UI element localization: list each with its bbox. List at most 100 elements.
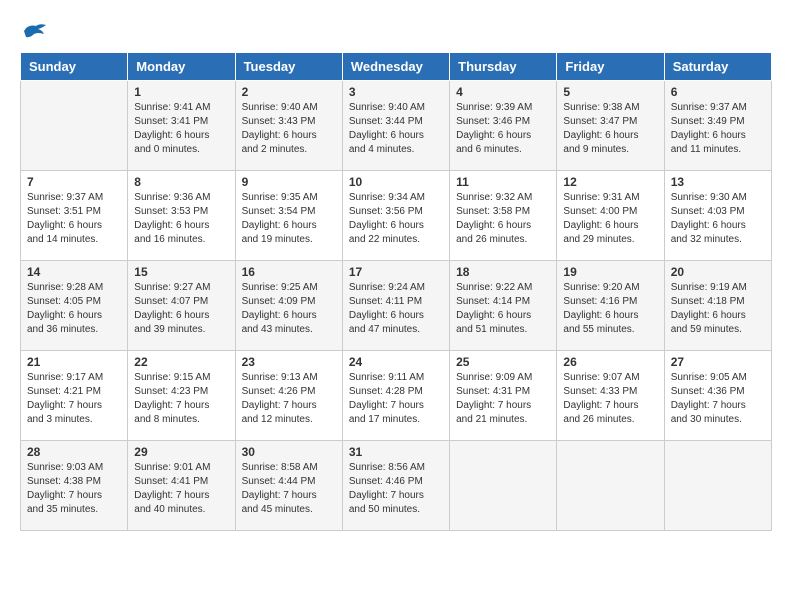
calendar-day-cell: 17 Sunrise: 9:24 AM Sunset: 4:11 PM Dayli… [342,261,449,351]
calendar-week-row: 1 Sunrise: 9:41 AM Sunset: 3:41 PM Daylig… [21,81,772,171]
weekday-header-cell: Thursday [450,53,557,81]
day-number: 7 [27,175,121,189]
day-number: 31 [349,445,443,459]
calendar-day-cell: 20 Sunrise: 9:19 AM Sunset: 4:18 PM Dayli… [664,261,771,351]
calendar-day-cell: 29Sunrise: 9:01 AM Sunset: 4:41 PM Dayli… [128,441,235,531]
day-info: Sunrise: 9:35 AM Sunset: 3:54 PM Dayligh… [242,191,336,247]
day-number: 29 [134,445,228,459]
day-number: 8 [134,175,228,189]
day-info: Sunrise: 9:31 AM Sunset: 4:00 PM Dayligh… [563,191,657,247]
day-number: 4 [456,85,550,99]
calendar-day-cell: 5Sunrise: 9:38 AM Sunset: 3:47 PM Daylig… [557,81,664,171]
day-number: 28 [27,445,121,459]
day-number: 6 [671,85,765,99]
calendar-day-cell: 24 Sunrise: 9:11 AM Sunset: 4:28 PM Dayli… [342,351,449,441]
day-info: Sunrise: 8:56 AM Sunset: 4:46 PM Dayligh… [349,461,443,517]
day-number: 9 [242,175,336,189]
calendar-day-cell: 19 Sunrise: 9:20 AM Sunset: 4:16 PM Dayli… [557,261,664,351]
day-number: 1 [134,85,228,99]
day-number: 2 [242,85,336,99]
day-number: 30 [242,445,336,459]
calendar-day-cell: 26 Sunrise: 9:07 AM Sunset: 4:33 PM Dayli… [557,351,664,441]
day-info: Sunrise: 9:11 AM Sunset: 4:28 PM Dayligh… [349,371,443,427]
logo [20,20,52,42]
calendar-day-cell [450,441,557,531]
logo-bird-icon [20,20,48,42]
calendar-day-cell: 1 Sunrise: 9:41 AM Sunset: 3:41 PM Daylig… [128,81,235,171]
day-number: 15 [134,265,228,279]
day-number: 17 [349,265,443,279]
day-info: Sunrise: 9:24 AM Sunset: 4:11 PM Dayligh… [349,281,443,337]
day-info: Sunrise: 9:28 AM Sunset: 4:05 PM Dayligh… [27,281,121,337]
day-number: 19 [563,265,657,279]
calendar-day-cell: 10 Sunrise: 9:34 AM Sunset: 3:56 PM Dayli… [342,171,449,261]
calendar-day-cell: 25 Sunrise: 9:09 AM Sunset: 4:31 PM Dayli… [450,351,557,441]
calendar-day-cell: 2 Sunrise: 9:40 AM Sunset: 3:43 PM Daylig… [235,81,342,171]
calendar-day-cell: 27 Sunrise: 9:05 AM Sunset: 4:36 PM Dayli… [664,351,771,441]
day-number: 21 [27,355,121,369]
calendar-day-cell: 28Sunrise: 9:03 AM Sunset: 4:38 PM Dayli… [21,441,128,531]
day-info: Sunrise: 9:09 AM Sunset: 4:31 PM Dayligh… [456,371,550,427]
day-info: Sunrise: 9:07 AM Sunset: 4:33 PM Dayligh… [563,371,657,427]
weekday-header-row: SundayMondayTuesdayWednesdayThursdayFrid… [21,53,772,81]
day-info: Sunrise: 8:58 AM Sunset: 4:44 PM Dayligh… [242,461,336,517]
day-info: Sunrise: 9:30 AM Sunset: 4:03 PM Dayligh… [671,191,765,247]
calendar-day-cell: 3Sunrise: 9:40 AM Sunset: 3:44 PM Daylig… [342,81,449,171]
day-info: Sunrise: 9:15 AM Sunset: 4:23 PM Dayligh… [134,371,228,427]
calendar-day-cell: 8 Sunrise: 9:36 AM Sunset: 3:53 PM Daylig… [128,171,235,261]
calendar-day-cell: 21 Sunrise: 9:17 AM Sunset: 4:21 PM Dayli… [21,351,128,441]
day-number: 27 [671,355,765,369]
weekday-header-cell: Monday [128,53,235,81]
weekday-header-cell: Tuesday [235,53,342,81]
calendar-day-cell: 4 Sunrise: 9:39 AM Sunset: 3:46 PM Daylig… [450,81,557,171]
day-number: 22 [134,355,228,369]
day-number: 12 [563,175,657,189]
calendar-day-cell: 13Sunrise: 9:30 AM Sunset: 4:03 PM Dayli… [664,171,771,261]
day-number: 20 [671,265,765,279]
weekday-header-cell: Wednesday [342,53,449,81]
day-info: Sunrise: 9:36 AM Sunset: 3:53 PM Dayligh… [134,191,228,247]
day-number: 5 [563,85,657,99]
calendar-day-cell: 7 Sunrise: 9:37 AM Sunset: 3:51 PM Daylig… [21,171,128,261]
day-info: Sunrise: 9:25 AM Sunset: 4:09 PM Dayligh… [242,281,336,337]
day-number: 24 [349,355,443,369]
calendar-day-cell: 9 Sunrise: 9:35 AM Sunset: 3:54 PM Daylig… [235,171,342,261]
day-info: Sunrise: 9:17 AM Sunset: 4:21 PM Dayligh… [27,371,121,427]
calendar-week-row: 28Sunrise: 9:03 AM Sunset: 4:38 PM Dayli… [21,441,772,531]
calendar-day-cell: 30 Sunrise: 8:58 AM Sunset: 4:44 PM Dayli… [235,441,342,531]
calendar-day-cell: 6 Sunrise: 9:37 AM Sunset: 3:49 PM Daylig… [664,81,771,171]
page-header [20,20,772,42]
calendar-day-cell: 31 Sunrise: 8:56 AM Sunset: 4:46 PM Dayli… [342,441,449,531]
day-info: Sunrise: 9:13 AM Sunset: 4:26 PM Dayligh… [242,371,336,427]
weekday-header-cell: Friday [557,53,664,81]
day-info: Sunrise: 9:37 AM Sunset: 3:49 PM Dayligh… [671,101,765,157]
calendar-day-cell: 12 Sunrise: 9:31 AM Sunset: 4:00 PM Dayli… [557,171,664,261]
calendar-table: SundayMondayTuesdayWednesdayThursdayFrid… [20,52,772,531]
calendar-day-cell: 22 Sunrise: 9:15 AM Sunset: 4:23 PM Dayli… [128,351,235,441]
day-info: Sunrise: 9:34 AM Sunset: 3:56 PM Dayligh… [349,191,443,247]
day-number: 16 [242,265,336,279]
calendar-day-cell: 18Sunrise: 9:22 AM Sunset: 4:14 PM Dayli… [450,261,557,351]
day-info: Sunrise: 9:19 AM Sunset: 4:18 PM Dayligh… [671,281,765,337]
day-number: 10 [349,175,443,189]
day-info: Sunrise: 9:27 AM Sunset: 4:07 PM Dayligh… [134,281,228,337]
calendar-day-cell: 15 Sunrise: 9:27 AM Sunset: 4:07 PM Dayli… [128,261,235,351]
day-number: 25 [456,355,550,369]
day-number: 14 [27,265,121,279]
day-number: 23 [242,355,336,369]
day-info: Sunrise: 9:40 AM Sunset: 3:43 PM Dayligh… [242,101,336,157]
day-number: 11 [456,175,550,189]
day-info: Sunrise: 9:05 AM Sunset: 4:36 PM Dayligh… [671,371,765,427]
day-number: 26 [563,355,657,369]
calendar-day-cell [557,441,664,531]
day-info: Sunrise: 9:22 AM Sunset: 4:14 PM Dayligh… [456,281,550,337]
calendar-day-cell [664,441,771,531]
day-info: Sunrise: 9:37 AM Sunset: 3:51 PM Dayligh… [27,191,121,247]
day-number: 3 [349,85,443,99]
day-info: Sunrise: 9:41 AM Sunset: 3:41 PM Dayligh… [134,101,228,157]
calendar-week-row: 21 Sunrise: 9:17 AM Sunset: 4:21 PM Dayli… [21,351,772,441]
day-info: Sunrise: 9:39 AM Sunset: 3:46 PM Dayligh… [456,101,550,157]
calendar-week-row: 14 Sunrise: 9:28 AM Sunset: 4:05 PM Dayli… [21,261,772,351]
day-info: Sunrise: 9:20 AM Sunset: 4:16 PM Dayligh… [563,281,657,337]
weekday-header-cell: Saturday [664,53,771,81]
